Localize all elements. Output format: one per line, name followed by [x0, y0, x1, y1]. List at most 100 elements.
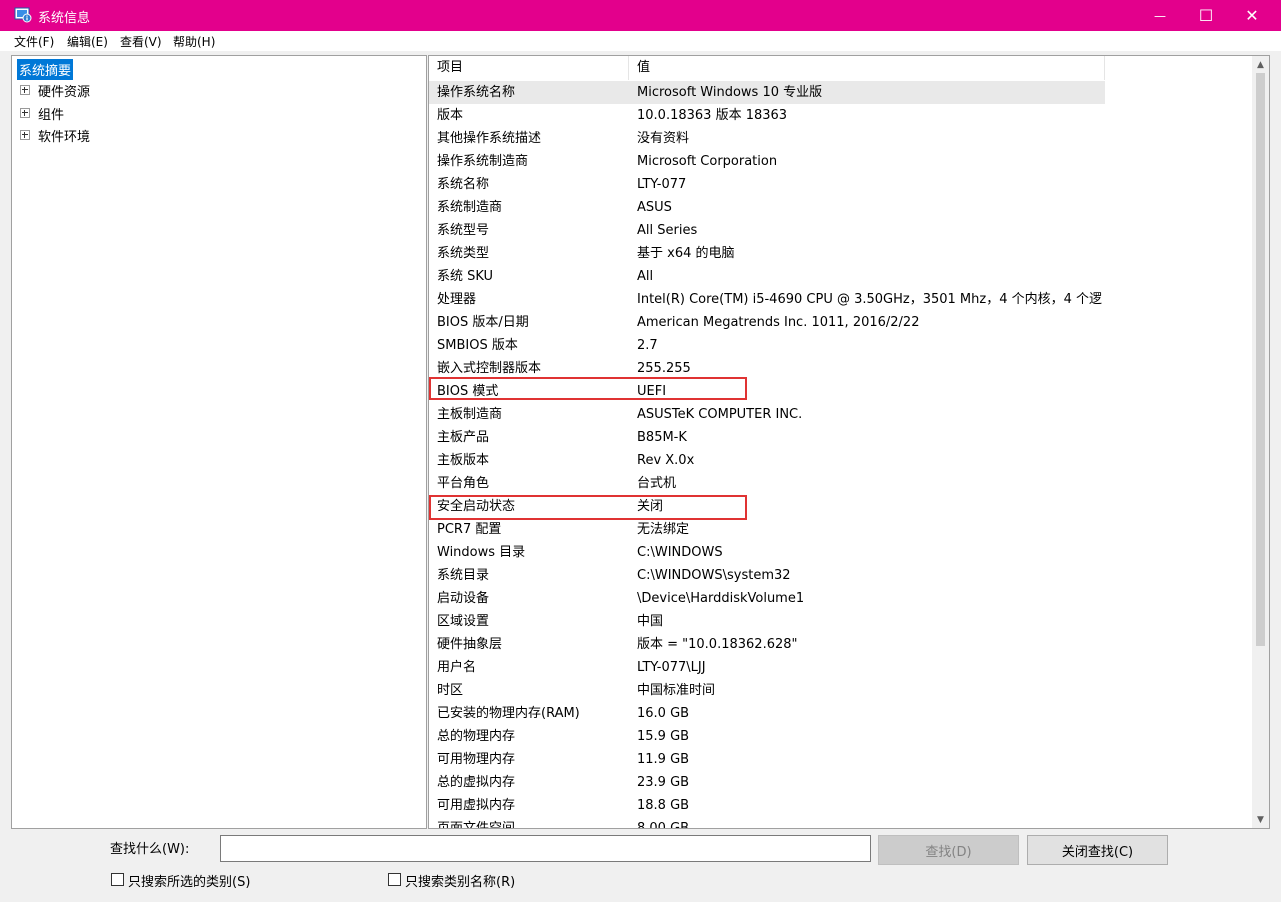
table-row[interactable]: 操作系统名称 Microsoft Windows 10 专业版	[429, 81, 1105, 104]
menu-file[interactable]: 文件(F)	[14, 33, 54, 50]
vertical-scrollbar[interactable]: ▲ ▼	[1252, 56, 1269, 828]
table-row[interactable]: 已安装的物理内存(RAM) 16.0 GB	[429, 702, 1105, 725]
table-row[interactable]: BIOS 模式 UEFI	[429, 380, 1105, 403]
find-button[interactable]: 查找(D)	[878, 835, 1019, 865]
table-row[interactable]: PCR7 配置 无法绑定	[429, 518, 1105, 541]
table-row[interactable]: 安全启动状态 关闭	[429, 495, 1105, 518]
close-button[interactable]: ✕	[1229, 0, 1275, 31]
cell-item: 操作系统制造商	[437, 154, 529, 169]
table-row[interactable]: 系统类型 基于 x64 的电脑	[429, 242, 1105, 265]
table-row[interactable]: BIOS 版本/日期 American Megatrends Inc. 1011,…	[429, 311, 1105, 334]
checkbox-box[interactable]	[111, 873, 124, 886]
table-row[interactable]: 系统目录 C:\WINDOWS\system32	[429, 564, 1105, 587]
tree-item-system-summary[interactable]: 系统摘要	[17, 59, 74, 80]
table-row[interactable]: 总的虚拟内存 23.9 GB	[429, 771, 1105, 794]
minimize-button[interactable]: —	[1137, 0, 1183, 31]
category-tree[interactable]: 系统摘要 硬件资源 组件 软件环境	[11, 55, 427, 829]
cell-item: 启动设备	[437, 591, 490, 606]
cell-value: All Series	[637, 223, 698, 238]
scroll-thumb[interactable]	[1256, 73, 1265, 646]
table-row[interactable]: 总的物理内存 15.9 GB	[429, 725, 1105, 748]
table-row[interactable]: 系统 SKU All	[429, 265, 1105, 288]
cell-value: C:\WINDOWS	[637, 545, 723, 560]
cell-value: 23.9 GB	[637, 775, 690, 790]
cell-item: 其他操作系统描述	[437, 131, 542, 146]
table-row[interactable]: 主板制造商 ASUSTeK COMPUTER INC.	[429, 403, 1105, 426]
cell-item: 嵌入式控制器版本	[437, 361, 542, 376]
cell-value: 关闭	[637, 499, 664, 514]
table-row[interactable]: 硬件抽象层 版本 = "10.0.18362.628"	[429, 633, 1105, 656]
scroll-up-arrow-icon[interactable]: ▲	[1252, 56, 1269, 73]
close-icon: ✕	[1245, 6, 1259, 25]
cell-item: 区域设置	[437, 614, 490, 629]
find-what-label: 查找什么(W):	[110, 842, 190, 857]
cell-value: 11.9 GB	[637, 752, 690, 767]
expand-plus-icon[interactable]	[20, 85, 30, 95]
cell-item: 主板产品	[437, 430, 490, 445]
find-what-input[interactable]	[220, 835, 871, 862]
cell-value: ASUSTeK COMPUTER INC.	[637, 407, 803, 422]
table-row[interactable]: 用户名 LTY-077\LJJ	[429, 656, 1105, 679]
cell-value: American Megatrends Inc. 1011, 2016/2/22	[637, 315, 920, 330]
table-row[interactable]: SMBIOS 版本 2.7	[429, 334, 1105, 357]
cell-item: 可用物理内存	[437, 752, 516, 767]
tree-item-label: 硬件资源	[38, 85, 91, 100]
cell-value: 255.255	[637, 361, 691, 376]
menu-view[interactable]: 查看(V)	[120, 33, 162, 50]
table-row[interactable]: 系统制造商 ASUS	[429, 196, 1105, 219]
close-find-button[interactable]: 关闭查找(C)	[1027, 835, 1168, 865]
menu-edit[interactable]: 编辑(E)	[67, 33, 108, 50]
table-row[interactable]: 可用虚拟内存 18.8 GB	[429, 794, 1105, 817]
cell-item: BIOS 版本/日期	[437, 315, 529, 330]
cell-value: 8.00 GB	[637, 821, 690, 829]
table-row[interactable]: Windows 目录 C:\WINDOWS	[429, 541, 1105, 564]
cell-item: 安全启动状态	[437, 499, 516, 514]
table-row[interactable]: 嵌入式控制器版本 255.255	[429, 357, 1105, 380]
cell-item: 系统 SKU	[437, 269, 494, 284]
table-row[interactable]: 时区 中国标准时间	[429, 679, 1105, 702]
cell-item: 主板版本	[437, 453, 490, 468]
title-bar[interactable]: 系统信息 — ☐ ✕	[0, 0, 1281, 31]
table-row[interactable]: 系统型号 All Series	[429, 219, 1105, 242]
table-row[interactable]: 平台角色 台式机	[429, 472, 1105, 495]
cell-value: Microsoft Corporation	[637, 154, 778, 169]
cell-value: ASUS	[637, 200, 672, 215]
cell-item: 页面文件空间	[437, 821, 516, 829]
table-row[interactable]: 可用物理内存 11.9 GB	[429, 748, 1105, 771]
cell-item: 平台角色	[437, 476, 490, 491]
menu-bar: 文件(F) 编辑(E) 查看(V) 帮助(H)	[0, 31, 1281, 51]
cell-item: SMBIOS 版本	[437, 338, 518, 353]
expand-plus-icon[interactable]	[20, 130, 30, 140]
maximize-button[interactable]: ☐	[1183, 0, 1229, 31]
table-row[interactable]: 处理器 Intel(R) Core(TM) i5-4690 CPU @ 3.50G…	[429, 288, 1105, 311]
table-row[interactable]: 区域设置 中国	[429, 610, 1105, 633]
cell-item: 版本	[437, 108, 464, 123]
column-header-item[interactable]: 项目	[429, 56, 629, 80]
table-row[interactable]: 系统名称 LTY-077	[429, 173, 1105, 196]
table-row[interactable]: 启动设备 \Device\HarddiskVolume1	[429, 587, 1105, 610]
system-info-app-icon	[14, 7, 32, 23]
cell-value: LTY-077\LJJ	[637, 660, 706, 675]
cell-item: 总的虚拟内存	[437, 775, 516, 790]
table-row[interactable]: 主板版本 Rev X.0x	[429, 449, 1105, 472]
cell-value: 16.0 GB	[637, 706, 690, 721]
cell-value: All	[637, 269, 654, 284]
table-row[interactable]: 页面文件空间 8.00 GB	[429, 817, 1105, 829]
cell-item: 可用虚拟内存	[437, 798, 516, 813]
menu-help[interactable]: 帮助(H)	[173, 33, 215, 50]
table-row[interactable]: 主板产品 B85M-K	[429, 426, 1105, 449]
cell-item: 系统名称	[437, 177, 490, 192]
cell-value: \Device\HarddiskVolume1	[637, 591, 805, 606]
column-header-value[interactable]: 值	[629, 56, 1105, 80]
table-row[interactable]: 版本 10.0.18363 版本 18363	[429, 104, 1105, 127]
table-row[interactable]: 其他操作系统描述 没有资料	[429, 127, 1105, 150]
expand-plus-icon[interactable]	[20, 108, 30, 118]
cell-value: B85M-K	[637, 430, 687, 445]
minimize-icon: —	[1154, 8, 1166, 23]
table-row[interactable]: 操作系统制造商 Microsoft Corporation	[429, 150, 1105, 173]
cell-item: 系统型号	[437, 223, 490, 238]
checkbox-box[interactable]	[388, 873, 401, 886]
details-list[interactable]: 项目 值 操作系统名称 Microsoft Windows 10 专业版 版本 10.…	[428, 55, 1270, 829]
scroll-down-arrow-icon[interactable]: ▼	[1252, 811, 1269, 828]
tree-item-label: 软件环境	[38, 130, 91, 145]
